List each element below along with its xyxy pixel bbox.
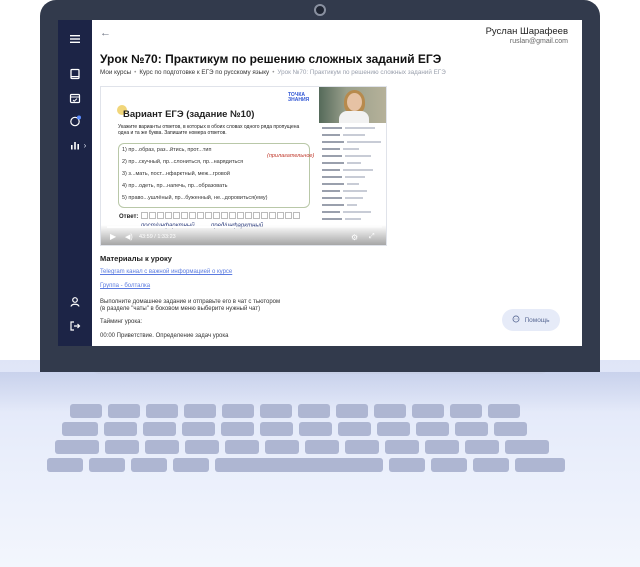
user-icon[interactable] xyxy=(67,295,83,311)
slide-option: 1) пр...образ, раз...йтись, прот...тип xyxy=(122,147,212,153)
answer-label: Ответ: xyxy=(119,214,139,220)
screen: › ← Руслан Шарафеев ruslan@gmail.com Уро… xyxy=(58,20,582,346)
materials-title: Материалы к уроку xyxy=(100,254,172,263)
keyboard-row xyxy=(70,404,520,418)
page-title: Урок №70: Практикум по решению сложных з… xyxy=(100,52,442,66)
chat-bubble-icon xyxy=(512,315,520,325)
group-link[interactable]: Группа - болталка xyxy=(100,283,150,289)
breadcrumb: Мои курсы • Курс по подготовке к ЕГЭ по ру… xyxy=(100,69,446,76)
gear-icon[interactable]: ⚙ xyxy=(351,233,358,242)
teacher-camera xyxy=(319,87,386,125)
timing-title: Тайминг урока: xyxy=(100,319,143,325)
help-button[interactable]: Помощь xyxy=(502,309,560,331)
slide-option: 3) з...мать, пост...нфарктный, меж...гро… xyxy=(122,171,230,177)
sidebar: › xyxy=(58,20,92,346)
breadcrumb-item-courses[interactable]: Мои курсы xyxy=(100,69,131,76)
volume-icon[interactable]: ◀) xyxy=(125,233,133,241)
brand-logo: ТОЧКА ЗНАНИЯ xyxy=(288,92,310,103)
slide-option: 5) право...ушлёный, пр...буженный, не...… xyxy=(122,195,268,201)
slide-task: Укажите варианты ответов, в которых в об… xyxy=(118,124,300,136)
book-icon[interactable] xyxy=(67,67,83,83)
slide-title: Вариант ЕГЭ (задание №10) xyxy=(123,109,255,120)
play-icon[interactable]: ▶ xyxy=(110,232,116,241)
homework-text-note: (в разделе "чаты" в боковом меню выберит… xyxy=(100,306,261,312)
video-player[interactable]: Вариант ЕГЭ (задание №10) ТОЧКА ЗНАНИЯ У… xyxy=(100,86,387,246)
menu-icon[interactable] xyxy=(67,32,83,48)
slide-option: 4) пр...одеть, пр...напечь, пр...образов… xyxy=(122,183,228,189)
chat-icon[interactable] xyxy=(67,114,83,130)
chevron-right-icon[interactable]: › xyxy=(80,138,90,154)
user-name[interactable]: Руслан Шарафеев xyxy=(486,26,568,37)
breadcrumb-item-course[interactable]: Курс по подготовке к ЕГЭ по русскому язы… xyxy=(139,69,269,76)
video-progress[interactable] xyxy=(107,226,382,228)
telegram-link[interactable]: Telegram канал с важной информацией о ку… xyxy=(100,269,232,275)
logout-icon[interactable] xyxy=(67,319,83,335)
handwritten-note: (прилагательное) xyxy=(267,153,315,159)
breadcrumb-item-current: Урок №70: Практикум по решению сложных з… xyxy=(277,69,446,76)
video-progress-fill xyxy=(107,226,237,228)
timing-item: 00:00 Приветствие. Определение задач уро… xyxy=(100,333,229,339)
keyboard-row xyxy=(47,458,565,472)
video-slide: Вариант ЕГЭ (задание №10) ТОЧКА ЗНАНИЯ У… xyxy=(101,87,319,245)
user-email: ruslan@gmail.com xyxy=(509,38,568,45)
keyboard-row xyxy=(62,422,527,436)
fullscreen-icon[interactable]: ⤢ xyxy=(369,233,375,241)
arrow-left-icon[interactable]: ← xyxy=(100,27,111,39)
slide-option: 2) пр...скучный, пр...слониться, пр...на… xyxy=(122,159,244,165)
webcam-icon xyxy=(314,4,326,16)
video-time: 43:59 / 1:33:23 xyxy=(139,234,176,240)
calendar-icon[interactable] xyxy=(67,91,83,107)
help-label: Помощь xyxy=(524,316,550,324)
keyboard-row xyxy=(55,440,549,454)
answer-cells xyxy=(141,212,300,219)
